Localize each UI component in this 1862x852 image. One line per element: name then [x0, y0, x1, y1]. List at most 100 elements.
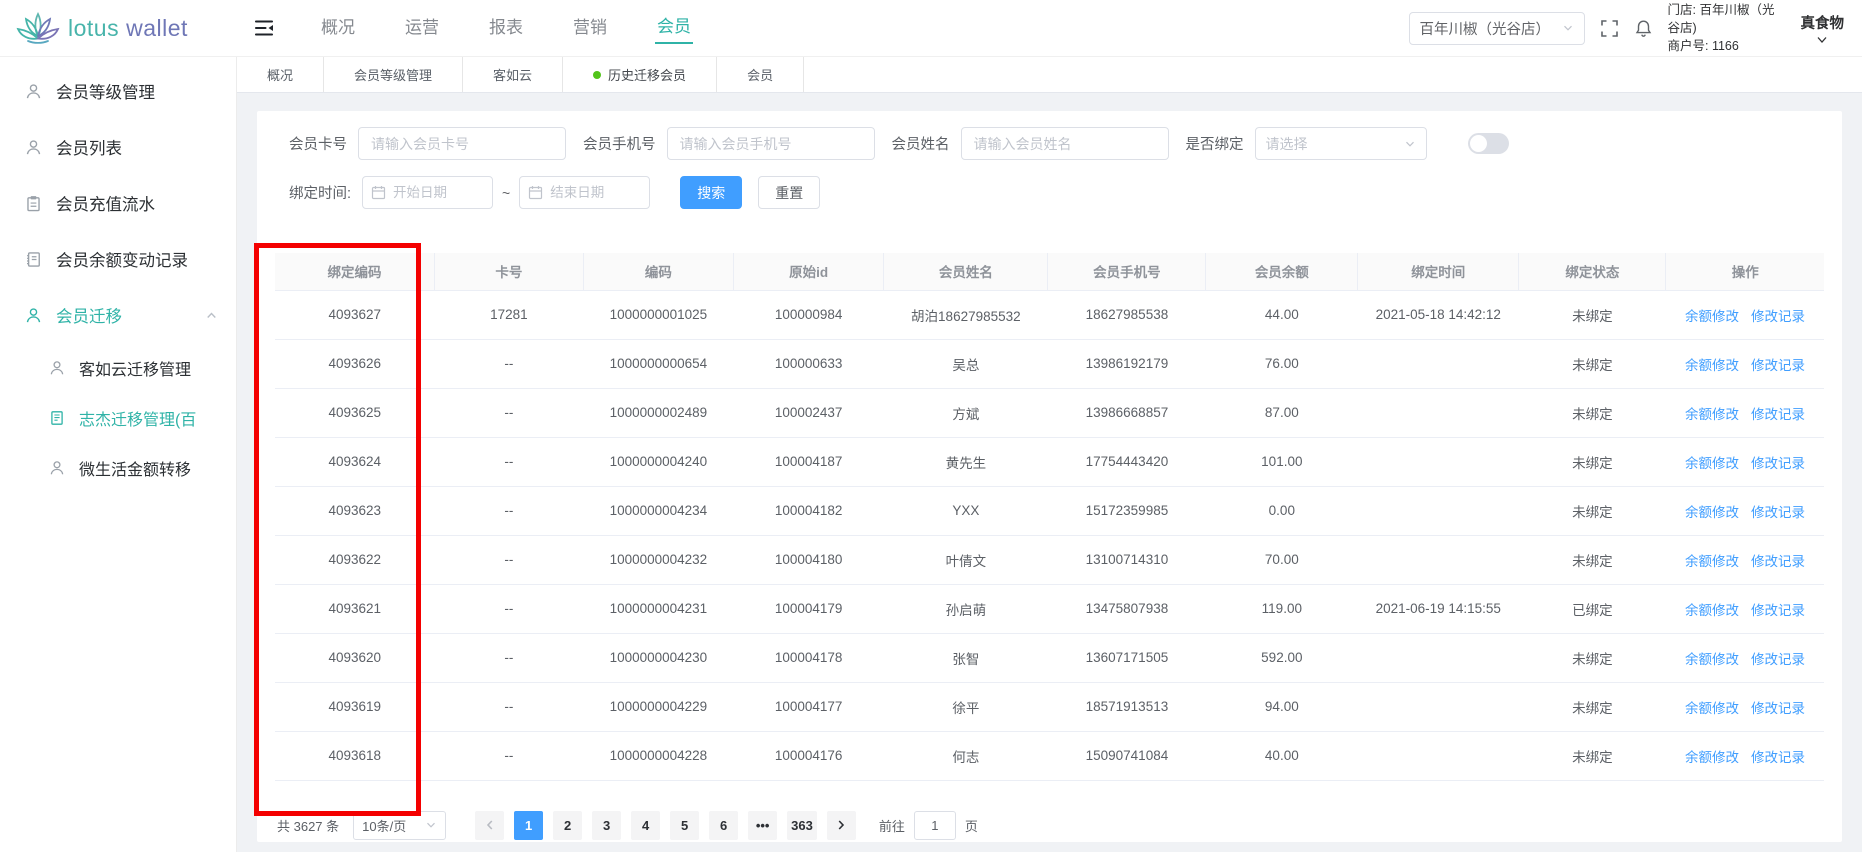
nav-item-4[interactable]: 营销 — [571, 14, 609, 43]
ledger-icon — [25, 251, 42, 268]
member-name-label: 会员姓名 — [892, 133, 950, 154]
member-name-input[interactable] — [961, 127, 1169, 160]
fullscreen-icon[interactable] — [1600, 19, 1619, 38]
page-button-363[interactable]: 363 — [787, 811, 817, 840]
column-header-1: 绑定编码 — [275, 253, 435, 290]
goto-page-input[interactable] — [914, 811, 956, 840]
store-selector[interactable]: 百年川椒（光谷店） — [1409, 12, 1585, 45]
balance-edit-link[interactable]: 余额修改 — [1685, 456, 1739, 471]
balance-edit-link[interactable]: 余额修改 — [1685, 750, 1739, 765]
user-icon — [25, 83, 42, 100]
edit-record-link[interactable]: 修改记录 — [1751, 603, 1805, 618]
nav-item-5[interactable]: 会员 — [655, 13, 693, 44]
pagination-total: 共 3627 条 — [277, 816, 339, 835]
cell-name: 孙启萌 — [884, 584, 1048, 633]
tab-bar: 概况会员等级管理 客如云 历史迁移会员会员 — [237, 57, 1862, 93]
end-date-input[interactable] — [519, 176, 650, 209]
member-card-input[interactable] — [358, 127, 566, 160]
edit-record-link[interactable]: 修改记录 — [1751, 358, 1805, 373]
balance-edit-link[interactable]: 余额修改 — [1685, 358, 1739, 373]
bind-filter-toggle[interactable] — [1468, 133, 1509, 154]
page-button-2[interactable]: 2 — [553, 811, 582, 840]
document-icon — [49, 410, 65, 426]
page-button-6[interactable]: 6 — [709, 811, 738, 840]
tab-5[interactable]: 会员 — [717, 57, 804, 92]
balance-edit-link[interactable]: 余额修改 — [1685, 603, 1739, 618]
balance-edit-link[interactable]: 余额修改 — [1685, 309, 1739, 324]
bind-time-label: 绑定时间: — [289, 182, 351, 203]
edit-record-link[interactable]: 修改记录 — [1751, 701, 1805, 716]
start-date-input[interactable] — [362, 176, 493, 209]
sidebar-item-label: 会员等级管理 — [56, 79, 155, 103]
cell-name: YXX — [884, 486, 1048, 535]
balance-edit-link[interactable]: 余额修改 — [1685, 652, 1739, 667]
sidebar-subitem-3[interactable]: 微生活金额转移 — [0, 443, 236, 493]
reset-button[interactable]: 重置 — [758, 176, 820, 209]
edit-record-link[interactable]: 修改记录 — [1751, 407, 1805, 422]
page-button-4[interactable]: 4 — [631, 811, 660, 840]
cell-status: 未绑定 — [1519, 388, 1666, 437]
cell-phone: 13986668857 — [1048, 388, 1206, 437]
column-header-2: 卡号 — [435, 253, 584, 290]
tab-1[interactable]: 概况 — [237, 57, 324, 92]
edit-record-link[interactable]: 修改记录 — [1751, 309, 1805, 324]
edit-record-link[interactable]: 修改记录 — [1751, 750, 1805, 765]
sidebar-subitem-1[interactable]: 客如云迁移管理 — [0, 343, 236, 393]
table-row: 4093627172811000000001025100000984胡泊1862… — [275, 290, 1824, 339]
filter-row-1: 会员卡号 会员手机号 会员姓名 是否绑定 请选择 — [275, 127, 1824, 160]
tab-2[interactable]: 会员等级管理 — [324, 57, 463, 92]
edit-record-link[interactable]: 修改记录 — [1751, 554, 1805, 569]
page-button-5[interactable]: 5 — [670, 811, 699, 840]
edit-record-link[interactable]: 修改记录 — [1751, 505, 1805, 520]
bind-status-select[interactable]: 请选择 — [1255, 127, 1427, 160]
cell-balance: 592.00 — [1206, 633, 1358, 682]
cell-name: 吴总 — [884, 339, 1048, 388]
cell-balance: 87.00 — [1206, 388, 1358, 437]
cell-bind_code: 4093618 — [275, 731, 435, 780]
nav-item-2[interactable]: 运营 — [403, 14, 441, 43]
filter-member-card: 会员卡号 — [289, 127, 566, 160]
cell-bind_time — [1358, 731, 1519, 780]
balance-edit-link[interactable]: 余额修改 — [1685, 701, 1739, 716]
cell-balance: 101.00 — [1206, 437, 1358, 486]
account-menu[interactable]: 真食物 — [1801, 12, 1849, 45]
balance-edit-link[interactable]: 余额修改 — [1685, 407, 1739, 422]
sidebar-item-4[interactable]: 会员余额变动记录 — [0, 231, 236, 287]
balance-edit-link[interactable]: 余额修改 — [1685, 554, 1739, 569]
tab-3[interactable]: 客如云 — [463, 57, 563, 92]
sidebar-item-5[interactable]: 会员迁移 — [0, 287, 236, 343]
nav-item-3[interactable]: 报表 — [487, 14, 525, 43]
nav-item-1[interactable]: 概况 — [319, 14, 357, 43]
tab-4[interactable]: 历史迁移会员 — [563, 57, 717, 92]
cell-balance: 70.00 — [1206, 535, 1358, 584]
page-button-1[interactable]: 1 — [514, 811, 543, 840]
prev-page-button[interactable] — [475, 811, 504, 840]
bell-icon[interactable] — [1634, 19, 1653, 38]
member-phone-label: 会员手机号 — [583, 133, 656, 154]
cell-actions: 余额修改修改记录 — [1666, 682, 1824, 731]
tab-label: 客如云 — [493, 65, 532, 84]
sidebar-item-3[interactable]: 会员充值流水 — [0, 175, 236, 231]
next-page-button[interactable] — [827, 811, 856, 840]
page-size-select[interactable]: 10条/页 — [353, 811, 446, 840]
menu-fold-icon[interactable] — [253, 17, 275, 39]
cell-status: 未绑定 — [1519, 486, 1666, 535]
member-phone-input[interactable] — [667, 127, 875, 160]
date-range-separator: ~ — [502, 185, 510, 201]
user-icon — [49, 460, 65, 476]
cell-bind_time — [1358, 535, 1519, 584]
cell-card_no: -- — [435, 388, 584, 437]
store-info-merchant-id: 商户号: 1166 — [1668, 37, 1786, 55]
edit-record-link[interactable]: 修改记录 — [1751, 652, 1805, 667]
sidebar-item-2[interactable]: 会员列表 — [0, 119, 236, 175]
sidebar-item-1[interactable]: 会员等级管理 — [0, 63, 236, 119]
more-pages-button[interactable]: ••• — [748, 811, 777, 840]
balance-edit-link[interactable]: 余额修改 — [1685, 505, 1739, 520]
sidebar-item-label: 会员列表 — [56, 135, 122, 159]
sidebar-subitem-2[interactable]: 志杰迁移管理(百 — [0, 393, 236, 443]
table-row: 4093622--1000000004232100004180叶倩文131007… — [275, 535, 1824, 584]
edit-record-link[interactable]: 修改记录 — [1751, 456, 1805, 471]
cell-bind_code: 4093626 — [275, 339, 435, 388]
search-button[interactable]: 搜索 — [680, 176, 742, 209]
page-button-3[interactable]: 3 — [592, 811, 621, 840]
